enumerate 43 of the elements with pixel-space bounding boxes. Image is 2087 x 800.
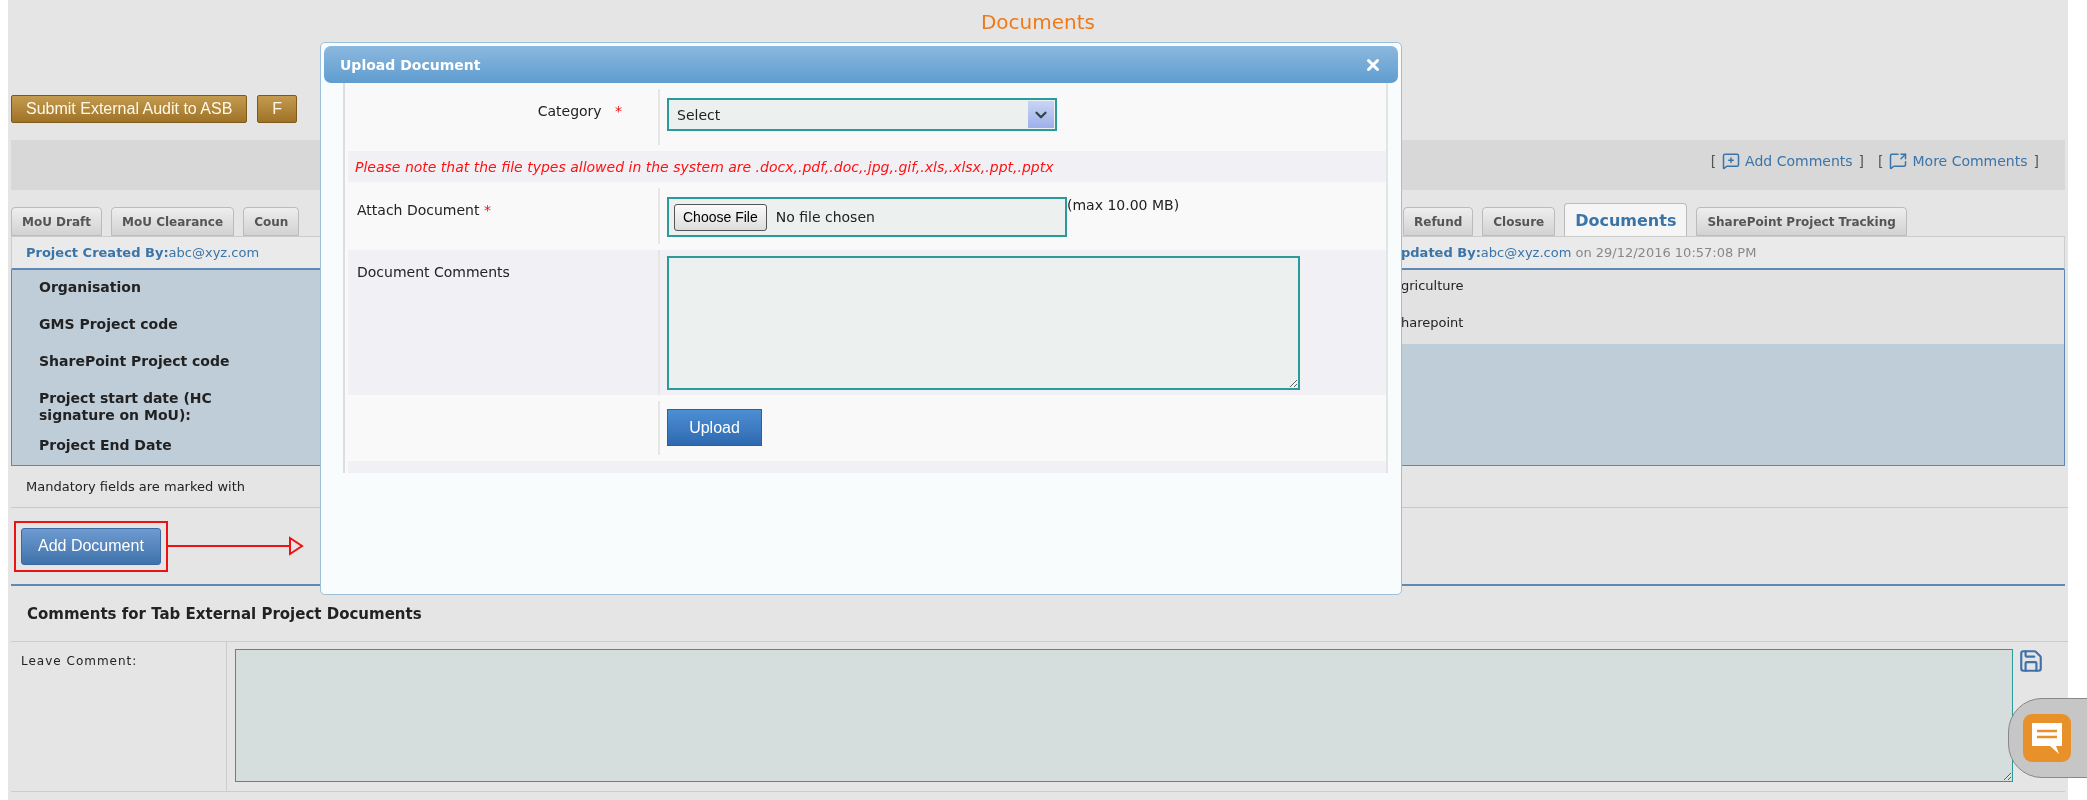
bracket: ] xyxy=(2033,153,2039,169)
category-select[interactable]: Select xyxy=(667,98,1057,131)
chat-arrow-icon xyxy=(1889,152,1908,170)
size-hint: (max 10.00 MB) xyxy=(1067,197,1180,214)
field-label: SharePoint Project code xyxy=(38,352,231,371)
action-button[interactable]: Submit External Audit to ASB xyxy=(11,95,248,123)
tab[interactable]: SharePoint Project Tracking xyxy=(1696,207,1907,236)
comments-link[interactable]: More Comments xyxy=(1889,152,2028,170)
field-label: Document Comments xyxy=(348,250,660,396)
comments-link[interactable]: Add Comments xyxy=(1722,152,1853,170)
bracket: [ xyxy=(1710,153,1717,169)
file-types-note: Please note that the file types allowed in the system are .docx,.pdf,.doc,.jpg,.gif,.xls,.xlsx,.ppt,.pptx xyxy=(348,151,1386,183)
chat-icon xyxy=(2023,714,2071,762)
comment-label: Leave Comment: xyxy=(11,642,227,791)
field-label: Category * xyxy=(348,89,660,146)
tab[interactable]: MoU Draft xyxy=(11,207,103,236)
action-button[interactable]: F xyxy=(257,95,298,123)
dialog-title: Upload Document xyxy=(340,56,481,73)
tab[interactable]: MoU Clearance xyxy=(111,207,235,236)
file-field[interactable]: Choose File No file chosen xyxy=(667,197,1067,238)
tab[interactable]: Refund xyxy=(1403,207,1474,236)
choose-file-button[interactable]: Choose File xyxy=(674,203,767,231)
tab[interactable]: Coun xyxy=(243,207,300,236)
comment-field[interactable] xyxy=(235,649,2013,782)
add-document-button[interactable]: Add Document xyxy=(21,527,161,565)
field-label: Attach Document * xyxy=(348,188,660,245)
bracket: [ xyxy=(1878,153,1884,169)
field-label: Project End Date xyxy=(38,436,173,455)
chat-plus-icon xyxy=(1722,152,1741,170)
chat-button[interactable] xyxy=(2008,698,2087,778)
upload-button[interactable]: Upload xyxy=(667,409,762,447)
updated-by-text: pdated By:abc@xyz.com on 29/12/2016 10:57:08 PM xyxy=(1401,245,1757,260)
tab[interactable]: Documents xyxy=(1564,203,1688,236)
page-title: Documents xyxy=(979,10,1096,36)
created-by-text: Project Created By:abc@xyz.com xyxy=(26,245,260,260)
field-label: GMS Project code xyxy=(38,315,179,334)
field-value: griculture xyxy=(1401,270,2064,307)
field-label: Organisation xyxy=(38,278,142,297)
bracket: ] xyxy=(1858,153,1864,169)
comments-field[interactable] xyxy=(667,256,1300,391)
field-label: Project start date (HC signature on MoU): xyxy=(38,389,213,425)
field-value: harepoint xyxy=(1401,307,2064,344)
tab[interactable]: Closure xyxy=(1482,207,1556,236)
